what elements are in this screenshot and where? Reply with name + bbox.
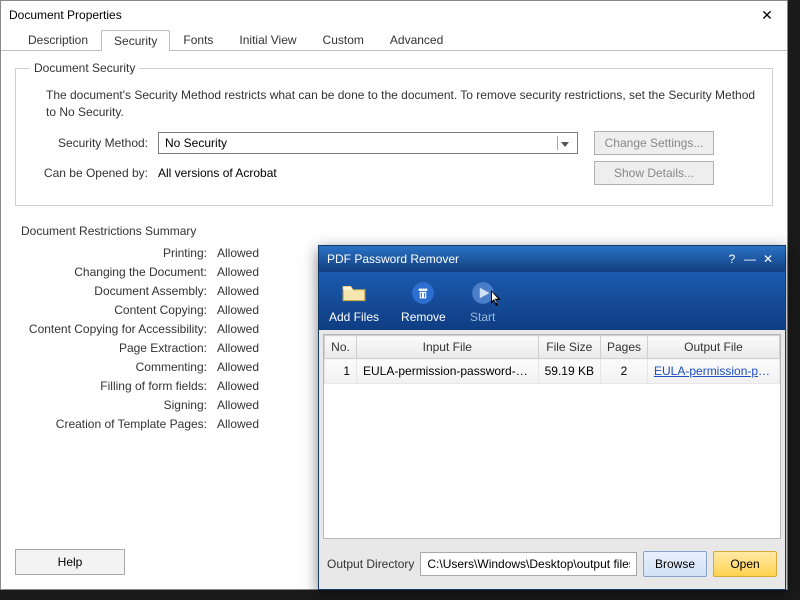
play-icon (468, 279, 498, 307)
opened-by-label: Can be Opened by: (38, 166, 158, 180)
remover-titlebar: PDF Password Remover ? — ✕ (319, 246, 785, 272)
start-button[interactable]: Start (468, 279, 498, 324)
pdf-password-remover-window: PDF Password Remover ? — ✕ Add Files Rem… (318, 245, 786, 590)
restrictions-heading: Document Restrictions Summary (21, 224, 767, 238)
cell-output-file[interactable]: EULA-permission-pass... (648, 359, 780, 384)
tab-security[interactable]: Security (101, 30, 170, 51)
restriction-value: Allowed (217, 303, 259, 317)
restriction-key: Changing the Document: (21, 265, 217, 279)
show-details-button[interactable]: Show Details... (594, 161, 714, 185)
tabs: Description Security Fonts Initial View … (1, 29, 787, 51)
restriction-value: Allowed (217, 246, 259, 260)
close-icon[interactable]: ✕ (759, 252, 777, 266)
opened-by-row: Can be Opened by: All versions of Acroba… (38, 161, 758, 185)
help-icon[interactable]: ? (723, 252, 741, 266)
security-method-value: No Security (165, 136, 227, 150)
restriction-key: Document Assembly: (21, 284, 217, 298)
file-list: No. Input File File Size Pages Output Fi… (323, 334, 781, 539)
security-method-label: Security Method: (38, 136, 158, 150)
restriction-value: Allowed (217, 398, 259, 412)
restriction-key: Creation of Template Pages: (21, 417, 217, 431)
add-files-button[interactable]: Add Files (329, 279, 379, 324)
add-files-label: Add Files (329, 310, 379, 324)
restriction-key: Printing: (21, 246, 217, 260)
col-output[interactable]: Output File (648, 336, 780, 359)
security-description: The document's Security Method restricts… (46, 87, 758, 121)
col-size[interactable]: File Size (538, 336, 600, 359)
cell-file-size: 59.19 KB (538, 359, 600, 384)
change-settings-button[interactable]: Change Settings... (594, 131, 714, 155)
restriction-key: Content Copying for Accessibility: (21, 322, 217, 336)
security-method-row: Security Method: No Security Change Sett… (38, 131, 758, 155)
restriction-value: Allowed (217, 341, 259, 355)
col-input[interactable]: Input File (357, 336, 539, 359)
restriction-value: Allowed (217, 417, 259, 431)
col-pages[interactable]: Pages (600, 336, 647, 359)
folder-icon (339, 279, 369, 307)
restriction-key: Filling of form fields: (21, 379, 217, 393)
browse-button[interactable]: Browse (643, 551, 707, 577)
restriction-key: Page Extraction: (21, 341, 217, 355)
security-method-select[interactable]: No Security (158, 132, 578, 154)
chevron-down-icon (557, 136, 571, 150)
tab-custom[interactable]: Custom (310, 29, 377, 50)
table-row[interactable]: 1 EULA-permission-password-prot... 59.19… (325, 359, 780, 384)
remover-toolbar: Add Files Remove Start (319, 272, 785, 330)
output-directory-label: Output Directory (327, 557, 414, 571)
doc-title: Document Properties (9, 8, 755, 22)
restriction-value: Allowed (217, 284, 259, 298)
restriction-value: Allowed (217, 322, 259, 336)
restriction-key: Signing: (21, 398, 217, 412)
footer: Help (15, 549, 125, 575)
minimize-icon[interactable]: — (741, 252, 759, 266)
group-title: Document Security (30, 61, 139, 75)
close-icon[interactable]: ✕ (755, 7, 779, 24)
file-table: No. Input File File Size Pages Output Fi… (324, 335, 780, 384)
output-directory-row: Output Directory Browse Open (319, 539, 785, 589)
cell-input-file: EULA-permission-password-prot... (357, 359, 539, 384)
tab-advanced[interactable]: Advanced (377, 29, 456, 50)
open-button[interactable]: Open (713, 551, 777, 577)
cell-pages: 2 (600, 359, 647, 384)
tab-initial-view[interactable]: Initial View (226, 29, 309, 50)
remove-label: Remove (401, 310, 446, 324)
trash-icon (408, 279, 438, 307)
restriction-value: Allowed (217, 360, 259, 374)
restriction-value: Allowed (217, 265, 259, 279)
document-security-group: Document Security The document's Securit… (15, 61, 773, 206)
output-directory-input[interactable] (420, 552, 637, 576)
remove-button[interactable]: Remove (401, 279, 446, 324)
opened-by-value: All versions of Acrobat (158, 166, 578, 180)
restriction-key: Content Copying: (21, 303, 217, 317)
start-label: Start (470, 310, 495, 324)
restriction-value: Allowed (217, 379, 259, 393)
restriction-key: Commenting: (21, 360, 217, 374)
cell-no: 1 (325, 359, 357, 384)
col-no[interactable]: No. (325, 336, 357, 359)
tab-fonts[interactable]: Fonts (170, 29, 226, 50)
remover-title: PDF Password Remover (327, 252, 723, 266)
tab-description[interactable]: Description (15, 29, 101, 50)
doc-titlebar: Document Properties ✕ (1, 1, 787, 29)
help-button[interactable]: Help (15, 549, 125, 575)
